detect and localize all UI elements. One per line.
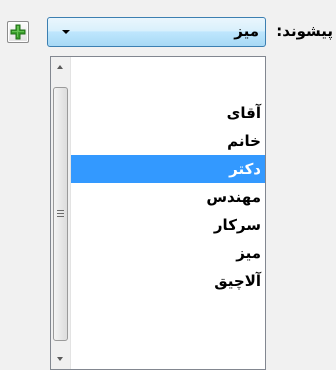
grip-icon xyxy=(57,210,64,217)
scroll-down-arrow-icon xyxy=(57,357,63,361)
option-list: آقای خانم دکتر مهندس سرکار میز آلاچیق xyxy=(71,57,265,295)
add-button[interactable] xyxy=(7,21,29,43)
list-item[interactable]: سرکار xyxy=(71,211,265,239)
plus-icon xyxy=(10,24,26,40)
scroll-thumb[interactable] xyxy=(53,87,68,341)
list-item[interactable]: آلاچیق xyxy=(71,267,265,295)
prefix-form: میز پیشوند: آقای خانم دکتر مهندس سرکار م… xyxy=(0,0,336,370)
list-item[interactable]: میز xyxy=(71,239,265,267)
list-item-empty[interactable] xyxy=(71,57,265,99)
scroll-down-button[interactable] xyxy=(51,349,70,369)
list-item[interactable]: خانم xyxy=(71,127,265,155)
combobox-selected-value: میز xyxy=(234,22,259,40)
list-item[interactable]: مهندس xyxy=(71,183,265,211)
prefix-dropdown-list[interactable]: آقای خانم دکتر مهندس سرکار میز آلاچیق xyxy=(50,56,266,370)
scroll-up-arrow-icon xyxy=(57,65,63,69)
list-item-highlighted[interactable]: دکتر xyxy=(71,155,265,183)
chevron-down-icon[interactable] xyxy=(62,30,70,34)
scroll-up-button[interactable] xyxy=(51,57,70,77)
vertical-scrollbar[interactable] xyxy=(51,57,71,369)
prefix-combobox[interactable]: میز xyxy=(47,17,266,47)
prefix-label: پیشوند: xyxy=(276,22,333,40)
list-item[interactable]: آقای xyxy=(71,99,265,127)
